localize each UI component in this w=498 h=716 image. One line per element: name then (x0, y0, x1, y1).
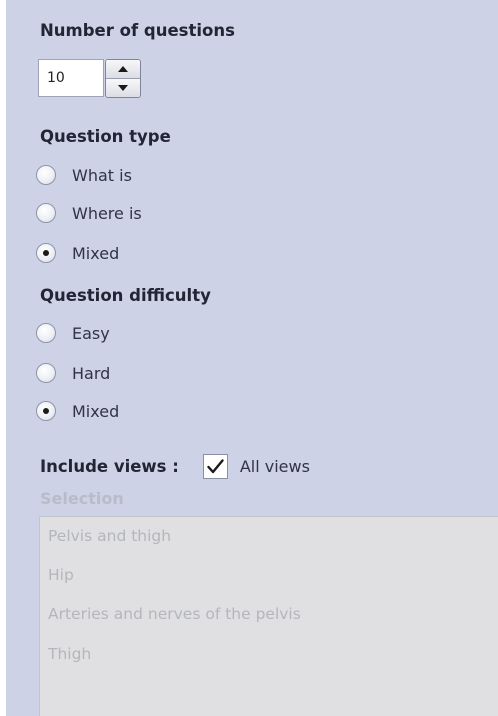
selection-label: Selection (40, 489, 124, 508)
question-type-heading: Question type (40, 127, 171, 146)
radio-dot-icon (43, 408, 49, 414)
radio-button[interactable] (36, 363, 56, 383)
radio-button[interactable] (36, 165, 56, 185)
question-type-option-mixed[interactable]: Mixed (36, 240, 119, 266)
radio-button[interactable] (36, 203, 56, 223)
question-difficulty-option-hard[interactable]: Hard (36, 360, 110, 386)
radio-button[interactable] (36, 401, 56, 421)
radio-button[interactable] (36, 323, 56, 343)
number-of-questions-input[interactable]: 10 (38, 59, 104, 97)
radio-label: Easy (72, 323, 110, 343)
list-item: Thigh (48, 645, 92, 663)
triangle-down-icon (118, 85, 128, 91)
list-item: Arteries and nerves of the pelvis (48, 605, 301, 623)
radio-label: Where is (72, 203, 142, 223)
triangle-up-icon (118, 66, 128, 72)
stepper-down-button[interactable] (106, 79, 140, 97)
list-item: Hip (48, 566, 74, 584)
include-views-row: Include views : All views (40, 452, 310, 480)
radio-label: What is (72, 165, 132, 185)
radio-label: Mixed (72, 243, 120, 263)
question-type-option-where-is[interactable]: Where is (36, 200, 142, 226)
question-difficulty-option-mixed[interactable]: Mixed (36, 398, 119, 424)
include-views-label: Include views : (40, 456, 179, 476)
number-of-questions-stepper (105, 59, 141, 98)
selection-list[interactable]: Pelvis and thigh Hip Arteries and nerves… (39, 516, 498, 716)
number-of-questions-heading: Number of questions (40, 21, 235, 40)
radio-dot-icon (43, 250, 49, 256)
stepper-up-button[interactable] (106, 60, 140, 79)
list-item: Pelvis and thigh (48, 527, 172, 545)
question-difficulty-heading: Question difficulty (40, 286, 211, 305)
radio-label: Mixed (72, 401, 120, 421)
question-difficulty-option-easy[interactable]: Easy (36, 320, 110, 346)
radio-label: Hard (72, 363, 111, 383)
quiz-options-panel: Number of questions 10 Question type Wha… (6, 0, 498, 716)
all-views-label[interactable]: All views (240, 457, 310, 476)
checkmark-icon (207, 458, 224, 473)
question-type-option-what-is[interactable]: What is (36, 162, 132, 188)
radio-button[interactable] (36, 243, 56, 263)
all-views-checkbox[interactable] (202, 453, 228, 479)
